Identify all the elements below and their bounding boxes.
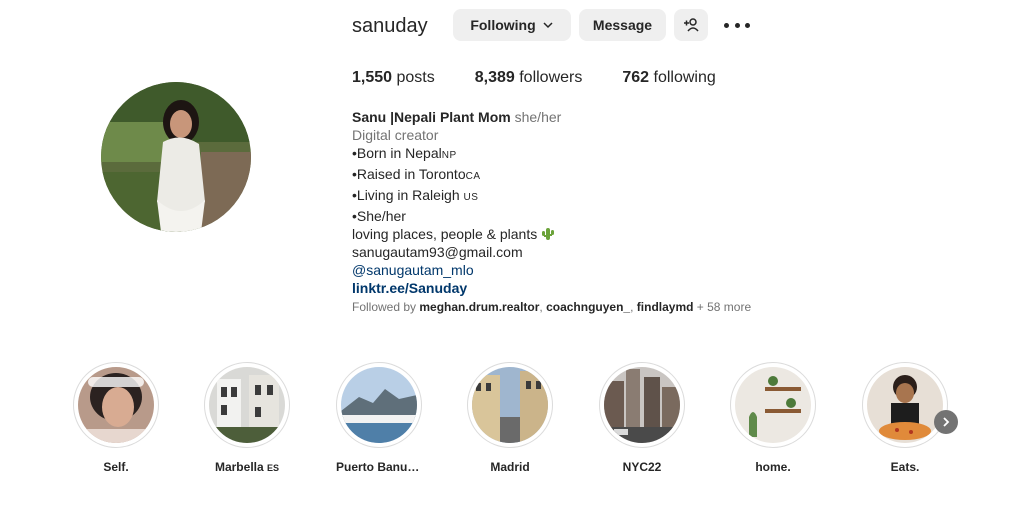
profile-bio: Sanu |Nepali Plant Mom she/her Digital c… bbox=[352, 108, 792, 297]
highlight-puerto-banus[interactable]: Puerto Banus… bbox=[336, 362, 422, 474]
highlight-cover bbox=[472, 367, 548, 443]
profile-username: sanuday bbox=[352, 15, 428, 37]
cactus-icon bbox=[542, 228, 555, 240]
profile-full-name: Sanu |Nepali Plant Mom bbox=[352, 109, 511, 125]
highlight-nyc22[interactable]: NYC22 bbox=[599, 362, 685, 474]
following-stat[interactable]: 762 following bbox=[622, 69, 715, 87]
highlight-cover bbox=[867, 367, 943, 443]
profile-stats: 1,550 posts 8,389 followers 762 followin… bbox=[352, 69, 756, 87]
message-button[interactable]: Message bbox=[579, 9, 666, 41]
chevron-right-icon bbox=[943, 417, 950, 427]
bio-line-born: •Born in NepalNP bbox=[352, 145, 457, 161]
highlights-next-button[interactable] bbox=[934, 410, 958, 434]
profile-pronouns: she/her bbox=[514, 109, 562, 125]
highlight-marbella[interactable]: Marbella ES bbox=[204, 362, 290, 474]
bio-line-raised: •Raised in TorontoCA bbox=[352, 166, 481, 182]
bio-external-link[interactable]: linktr.ee/Sanuday bbox=[352, 279, 792, 297]
bio-line-plants: loving places, people & plants bbox=[352, 225, 792, 243]
profile-category: Digital creator bbox=[352, 127, 439, 143]
highlight-cover bbox=[209, 367, 285, 443]
highlight-madrid[interactable]: Madrid bbox=[467, 362, 553, 474]
story-highlights: Self. Marbella ES Puerto Banus… Madrid N… bbox=[73, 362, 953, 482]
chevron-down-icon bbox=[543, 22, 553, 29]
followed-by[interactable]: Followed by meghan.drum.realtor, coachng… bbox=[352, 300, 751, 314]
bio-email: sanugautam93@gmail.com bbox=[352, 244, 523, 260]
highlight-home[interactable]: home. bbox=[730, 362, 816, 474]
add-user-icon bbox=[684, 18, 699, 32]
highlight-cover bbox=[735, 367, 811, 443]
profile-photo bbox=[101, 82, 251, 232]
bio-line-pronouns: •She/her bbox=[352, 208, 406, 224]
highlight-cover bbox=[341, 367, 417, 443]
suggested-users-button[interactable] bbox=[674, 9, 708, 41]
followers-stat[interactable]: 8,389 followers bbox=[475, 69, 583, 87]
profile-avatar[interactable] bbox=[101, 82, 251, 232]
highlight-cover bbox=[78, 367, 154, 443]
following-button-label: Following bbox=[470, 17, 536, 33]
bio-line-living: •Living in Raleigh US bbox=[352, 187, 479, 203]
posts-stat: 1,550 posts bbox=[352, 69, 435, 86]
highlight-cover bbox=[604, 367, 680, 443]
following-button[interactable]: Following bbox=[453, 9, 571, 41]
bio-mention-link[interactable]: @sanugautam_mlo bbox=[352, 261, 792, 279]
message-button-label: Message bbox=[592, 17, 653, 33]
more-options-icon[interactable] bbox=[724, 16, 750, 34]
highlight-self[interactable]: Self. bbox=[73, 362, 159, 474]
